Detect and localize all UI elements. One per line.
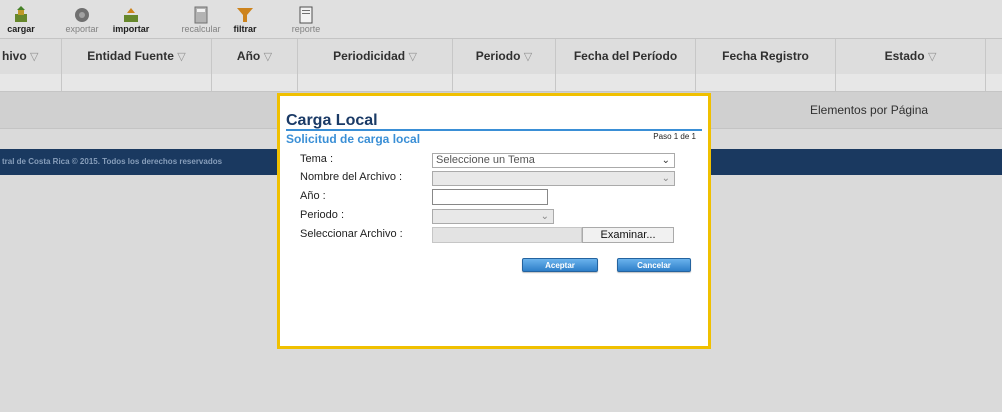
aceptar-button[interactable]: Aceptar <box>522 258 598 272</box>
anio-label: Año : <box>300 190 326 202</box>
anio-input[interactable] <box>432 189 548 205</box>
periodo-select[interactable]: ⌄ <box>432 209 554 224</box>
title-divider <box>286 129 702 131</box>
dialog-subtitle: Solicitud de carga local <box>286 132 421 146</box>
tema-label: Tema : <box>300 153 334 165</box>
periodo-label: Periodo : <box>300 209 345 221</box>
archivo-select[interactable]: ⌄ <box>432 171 675 186</box>
chevron-down-icon: ⌄ <box>661 155 670 166</box>
file-path-field[interactable] <box>432 227 582 243</box>
cancelar-button[interactable]: Cancelar <box>617 258 691 272</box>
archivo-label: Nombre del Archivo : <box>300 171 403 183</box>
step-indicator: Paso 1 de 1 <box>653 132 696 141</box>
dialog-title: Carga Local <box>286 112 378 129</box>
examinar-button[interactable]: Examinar... <box>582 227 674 243</box>
carga-local-dialog: Carga Local Solicitud de carga local Pas… <box>277 93 711 349</box>
tema-value: Seleccione un Tema <box>436 154 535 166</box>
tema-select[interactable]: Seleccione un Tema ⌄ <box>432 153 675 168</box>
seleccionar-archivo-label: Seleccionar Archivo : <box>300 228 403 240</box>
chevron-down-icon: ⌄ <box>661 173 670 184</box>
chevron-down-icon: ⌄ <box>540 211 549 222</box>
